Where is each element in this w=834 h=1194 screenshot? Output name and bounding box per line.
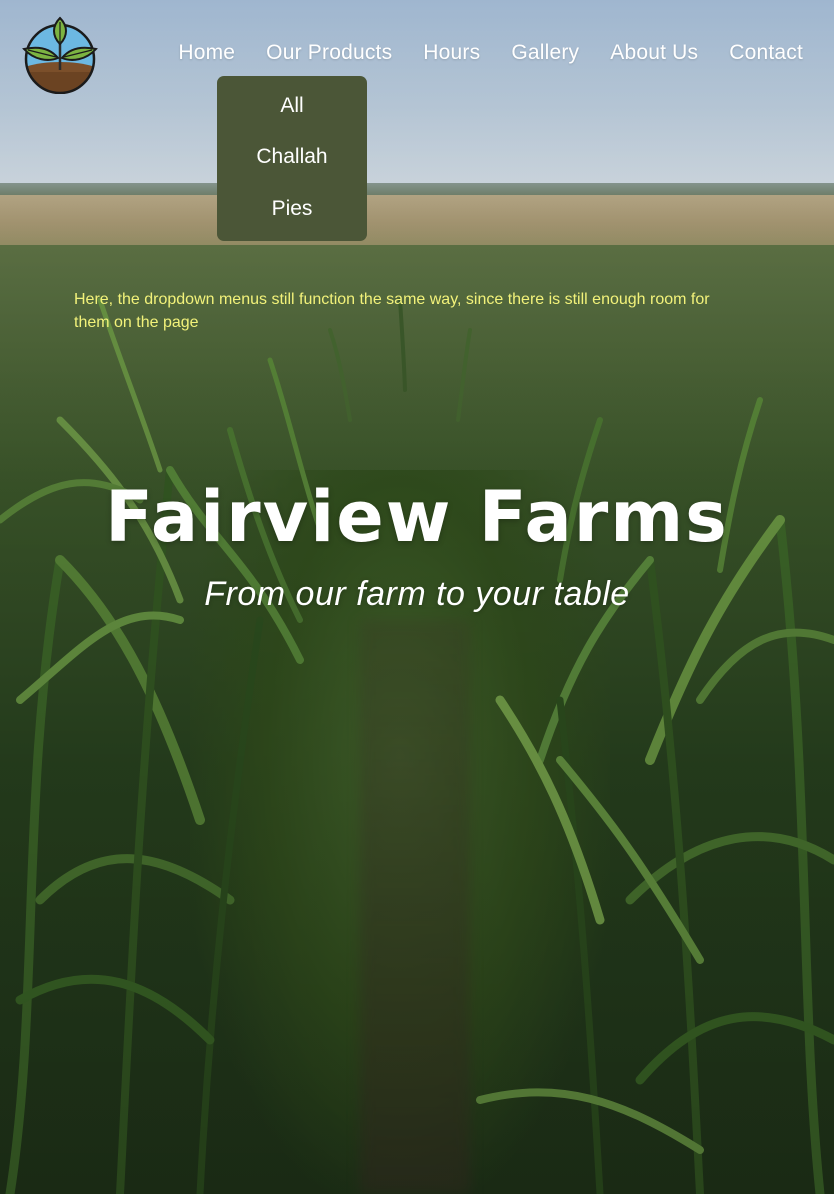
hero-subtitle: From our farm to your table — [204, 575, 630, 613]
main-nav: Home Our Products Hours Gallery About Us… — [178, 36, 803, 70]
hero-title: Fairview Farms — [105, 476, 729, 558]
annotation-note: Here, the dropdown menus still function … — [74, 291, 710, 331]
nav-about-us[interactable]: About Us — [610, 41, 698, 65]
plant-sprout-logo-icon — [22, 16, 98, 95]
dropdown-item-challah[interactable]: Challah — [256, 145, 327, 169]
logo[interactable] — [22, 16, 98, 95]
nav-hours[interactable]: Hours — [423, 41, 480, 65]
nav-contact[interactable]: Contact — [729, 41, 803, 65]
nav-gallery[interactable]: Gallery — [511, 41, 579, 65]
products-dropdown: All Challah Pies — [217, 76, 367, 241]
dropdown-item-pies[interactable]: Pies — [272, 197, 313, 221]
nav-our-products[interactable]: Our Products — [266, 41, 392, 65]
page: Home Our Products Hours Gallery About Us… — [0, 0, 834, 1194]
dropdown-item-all[interactable]: All — [280, 94, 303, 118]
nav-home[interactable]: Home — [178, 41, 235, 65]
